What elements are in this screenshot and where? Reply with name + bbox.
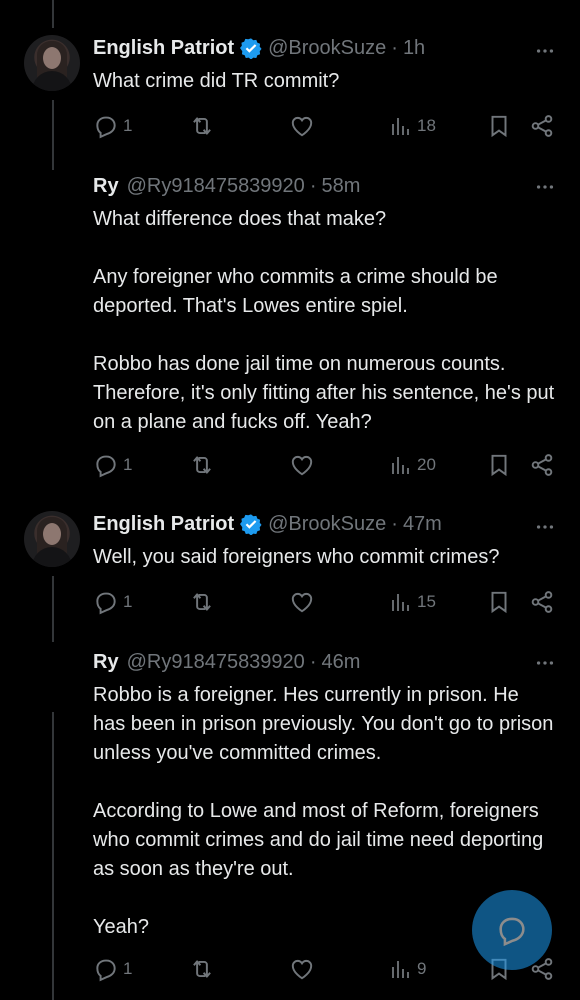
like-icon <box>291 959 313 980</box>
share-icon <box>531 454 553 476</box>
compose-reply-icon <box>499 917 525 947</box>
retweet-icon <box>193 456 211 474</box>
tweet-header: Ry @Ry918475839920 · 58m <box>93 174 556 198</box>
separator-dot: · <box>391 37 398 59</box>
retweet-button[interactable] <box>189 452 215 478</box>
retweet-button[interactable] <box>189 589 215 615</box>
verified-icon <box>240 513 262 535</box>
reply-icon <box>96 592 116 615</box>
like-button[interactable] <box>289 113 315 139</box>
like-icon <box>291 116 313 137</box>
views-button[interactable]: 18 <box>389 113 436 139</box>
separator-dot: · <box>309 175 317 197</box>
bookmark-button[interactable] <box>486 452 512 478</box>
reply-icon <box>96 455 116 478</box>
retweet-icon <box>193 593 211 611</box>
reply-button[interactable]: 1 <box>93 113 132 139</box>
like-icon <box>291 592 313 613</box>
view-count: 18 <box>417 116 436 135</box>
view-count: 9 <box>417 959 427 978</box>
share-icon <box>531 591 553 613</box>
like-button[interactable] <box>289 452 315 478</box>
tweet-actions: 1 15 <box>93 589 556 615</box>
bookmark-icon <box>491 591 507 614</box>
author-handle[interactable]: @Ry918475839920 <box>127 174 305 198</box>
thread-line-1 <box>52 100 54 170</box>
avatar[interactable] <box>24 35 80 91</box>
thread-line-top <box>52 0 54 28</box>
separator-dot: · <box>391 513 398 535</box>
share-button[interactable] <box>529 589 555 615</box>
more-icon[interactable] <box>534 516 556 543</box>
bookmark-icon <box>491 115 507 138</box>
more-icon[interactable] <box>534 40 556 67</box>
views-button[interactable]: 15 <box>389 589 436 615</box>
more-icon[interactable] <box>534 652 556 679</box>
retweet-icon <box>193 117 211 135</box>
reply-button[interactable]: 1 <box>93 589 132 615</box>
bookmark-icon <box>491 454 507 477</box>
author-handle[interactable]: @BrookSuze <box>268 36 386 60</box>
tweet-actions: 1 18 <box>93 113 556 139</box>
tweet-header: English Patriot @BrookSuze · 1h <box>93 36 556 60</box>
tweet-text: What difference does that make? Any fore… <box>93 208 555 433</box>
retweet-button[interactable] <box>189 113 215 139</box>
tweet-text: What crime did TR commit? <box>93 70 340 92</box>
tweet-header: Ry @Ry918475839920 · 46m <box>93 650 556 674</box>
reply-icon <box>96 959 116 982</box>
like-icon <box>291 455 313 476</box>
views-icon <box>392 118 409 135</box>
timestamp[interactable]: 46m <box>321 650 360 674</box>
author-name[interactable]: Ry <box>93 650 119 674</box>
views-icon <box>392 961 409 978</box>
more-icon[interactable] <box>534 176 556 203</box>
views-button[interactable]: 20 <box>389 452 436 478</box>
reply-button[interactable]: 1 <box>93 452 132 478</box>
author-name[interactable]: Ry <box>93 174 119 198</box>
reply-count: 1 <box>123 116 133 135</box>
tweet[interactable]: English Patriot @BrookSuze · 47m Well, y… <box>93 512 556 572</box>
reply-count: 1 <box>123 455 133 474</box>
views-button[interactable]: 9 <box>389 956 426 982</box>
share-button[interactable] <box>529 452 555 478</box>
share-icon <box>531 115 553 137</box>
reply-count: 1 <box>123 959 133 978</box>
author-name[interactable]: English Patriot <box>93 512 234 536</box>
timestamp[interactable]: 47m <box>403 512 442 536</box>
like-button[interactable] <box>289 956 315 982</box>
verified-icon <box>240 37 262 59</box>
like-button[interactable] <box>289 589 315 615</box>
reply-button[interactable]: 1 <box>93 956 132 982</box>
author-handle[interactable]: @Ry918475839920 <box>127 650 305 674</box>
thread-line-2 <box>52 576 54 642</box>
author-handle[interactable]: @BrookSuze <box>268 512 386 536</box>
bookmark-button[interactable] <box>486 113 512 139</box>
view-count: 15 <box>417 592 436 611</box>
tweet-actions: 1 20 <box>93 452 556 478</box>
timestamp[interactable]: 58m <box>321 174 360 198</box>
tweet-text: Well, you said foreigners who commit cri… <box>93 546 500 568</box>
views-icon <box>392 457 409 474</box>
retweet-button[interactable] <box>189 956 215 982</box>
compose-reply-button[interactable] <box>472 890 552 970</box>
author-name[interactable]: English Patriot <box>93 36 234 60</box>
timestamp[interactable]: 1h <box>403 36 425 60</box>
avatar[interactable] <box>24 511 80 567</box>
tweet[interactable]: English Patriot @BrookSuze · 1h What cri… <box>93 36 556 96</box>
views-icon <box>392 594 409 611</box>
share-button[interactable] <box>529 113 555 139</box>
view-count: 20 <box>417 455 436 474</box>
separator-dot: · <box>309 651 317 673</box>
reply-icon <box>96 116 116 139</box>
thread-line-3 <box>52 712 54 1000</box>
retweet-icon <box>193 960 211 978</box>
tweet-header: English Patriot @BrookSuze · 47m <box>93 512 556 536</box>
reply-count: 1 <box>123 592 133 611</box>
bookmark-button[interactable] <box>486 589 512 615</box>
tweet[interactable]: Ry @Ry918475839920 · 58m What difference… <box>93 174 556 437</box>
